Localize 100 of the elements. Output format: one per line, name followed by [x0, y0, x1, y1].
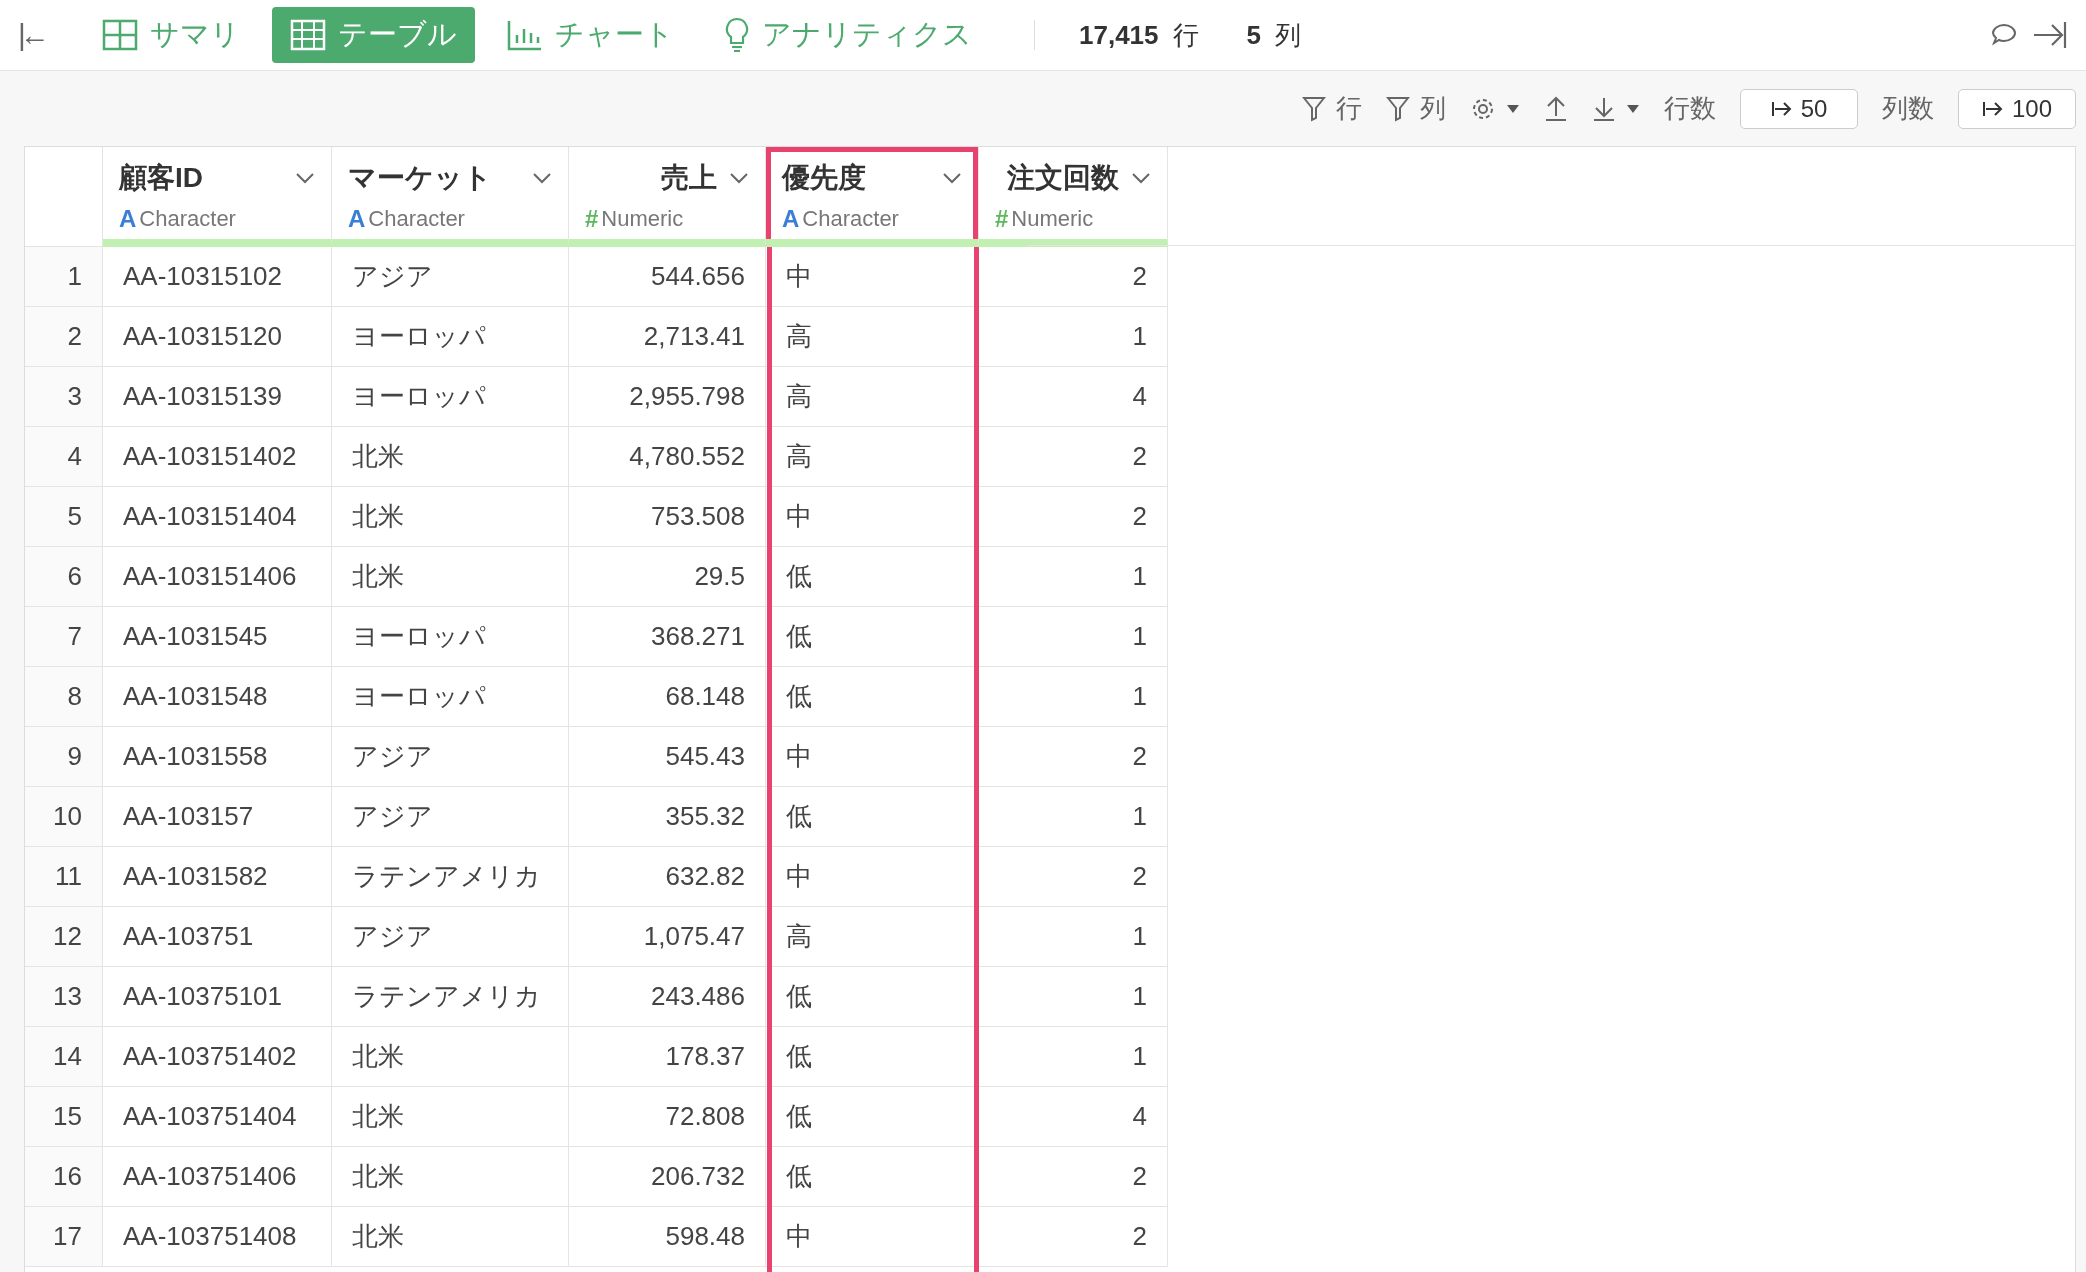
lightbulb-icon: [724, 17, 750, 53]
table-cell: 4: [979, 367, 1168, 427]
column-header[interactable]: マーケット: [348, 159, 492, 197]
table-cell: AA-1031548: [103, 667, 332, 727]
column-type: Numeric: [601, 206, 684, 232]
row-number: 7: [25, 607, 103, 667]
table-cell: 178.37: [569, 1027, 766, 1087]
table-cell: ヨーロッパ: [332, 307, 569, 367]
table-cell: 1: [979, 907, 1168, 967]
filter-icon: [1302, 95, 1326, 122]
row-number: 4: [25, 427, 103, 487]
row-number: 8: [25, 667, 103, 727]
table-cell: 544.656: [569, 247, 766, 307]
table-cell: アジア: [332, 787, 569, 847]
table-cell: AA-103151402: [103, 427, 332, 487]
table-cell: 1: [979, 607, 1168, 667]
row-number: 13: [25, 967, 103, 1027]
row-filter-button[interactable]: 行: [1302, 91, 1362, 126]
type-mark: A: [348, 205, 366, 233]
column-header[interactable]: 売上: [661, 159, 717, 197]
table-cell: 1: [979, 547, 1168, 607]
table-cell: 2: [979, 427, 1168, 487]
table-cell: 1: [979, 967, 1168, 1027]
columns-input[interactable]: 100: [1958, 88, 2076, 129]
table-cell: 北米: [332, 427, 569, 487]
table-cell: ラテンアメリカ: [332, 967, 569, 1027]
table-cell: 北米: [332, 1147, 569, 1207]
table-cell: AA-103751406: [103, 1147, 332, 1207]
collapse-left-button[interactable]: |←: [18, 18, 70, 52]
table-cell: 1: [979, 1027, 1168, 1087]
table-cell: AA-103151406: [103, 547, 332, 607]
caret-icon: [1626, 103, 1640, 114]
row-number: 10: [25, 787, 103, 847]
upload-icon[interactable]: [1544, 95, 1568, 122]
table-cell: アジア: [332, 247, 569, 307]
table-cell: 2,713.41: [569, 307, 766, 367]
table-cell: AA-1031558: [103, 727, 332, 787]
table-cell: 72.808: [569, 1087, 766, 1147]
table-cell: 2,955.798: [569, 367, 766, 427]
row-number: 6: [25, 547, 103, 607]
column-type: Character: [139, 206, 236, 232]
table-cell: ヨーロッパ: [332, 367, 569, 427]
rows-input[interactable]: 50: [1740, 88, 1858, 129]
table-cell: AA-10315120: [103, 307, 332, 367]
table-cell: 1: [979, 787, 1168, 847]
chevron-down-icon[interactable]: [295, 172, 315, 184]
row-number: 16: [25, 1147, 103, 1207]
column-header[interactable]: 注文回数: [1007, 159, 1119, 197]
caret-icon: [1506, 103, 1520, 114]
table-cell: 2: [979, 847, 1168, 907]
collapse-right-icon[interactable]: [2032, 20, 2068, 50]
chevron-down-icon[interactable]: [942, 172, 962, 184]
grid-icon: [102, 19, 138, 51]
table-cell: アジア: [332, 907, 569, 967]
table-cell: アジア: [332, 727, 569, 787]
table-cell: AA-10315102: [103, 247, 332, 307]
table-cell: ラテンアメリカ: [332, 847, 569, 907]
column-header[interactable]: 顧客ID: [119, 159, 203, 197]
table-cell: 243.486: [569, 967, 766, 1027]
row-number: 15: [25, 1087, 103, 1147]
chevron-down-icon[interactable]: [532, 172, 552, 184]
table-cell: 北米: [332, 1027, 569, 1087]
table-cell: AA-103151404: [103, 487, 332, 547]
column-filter-button[interactable]: 列: [1386, 91, 1446, 126]
row-number: 11: [25, 847, 103, 907]
table-cell: 北米: [332, 547, 569, 607]
row-number: 3: [25, 367, 103, 427]
table-cell: AA-1031545: [103, 607, 332, 667]
chevron-down-icon[interactable]: [1131, 172, 1151, 184]
bar-chart-icon: [507, 19, 543, 51]
table-cell: AA-103157: [103, 787, 332, 847]
columns-label: 列数: [1882, 92, 1934, 125]
table-icon: [290, 19, 326, 51]
table-cell: AA-1031582: [103, 847, 332, 907]
table-cell: AA-10315139: [103, 367, 332, 427]
table-cell: 2: [979, 247, 1168, 307]
column-count: 5: [1246, 19, 1261, 51]
table-cell: 68.148: [569, 667, 766, 727]
row-count: 17,415: [1079, 19, 1159, 51]
column-type: Character: [368, 206, 465, 232]
row-number: 1: [25, 247, 103, 307]
table-cell: 545.43: [569, 727, 766, 787]
type-mark: #: [585, 205, 599, 233]
table-cell: 598.48: [569, 1207, 766, 1267]
column-unit: 列: [1275, 18, 1301, 52]
table-cell: 4: [979, 1087, 1168, 1147]
table-cell: 29.5: [569, 547, 766, 607]
table-cell: 北米: [332, 1087, 569, 1147]
jump-arrow-icon: [1770, 99, 1793, 118]
column-type: Character: [802, 206, 899, 232]
comment-icon[interactable]: [1990, 22, 2018, 48]
column-header[interactable]: 優先度: [782, 159, 866, 197]
row-number: 17: [25, 1207, 103, 1267]
table-cell: 206.732: [569, 1147, 766, 1207]
table-cell: 2: [979, 1207, 1168, 1267]
chevron-down-icon[interactable]: [729, 172, 749, 184]
table-cell: 2: [979, 487, 1168, 547]
table-cell: AA-103751404: [103, 1087, 332, 1147]
download-button[interactable]: [1592, 95, 1640, 122]
row-number: 14: [25, 1027, 103, 1087]
